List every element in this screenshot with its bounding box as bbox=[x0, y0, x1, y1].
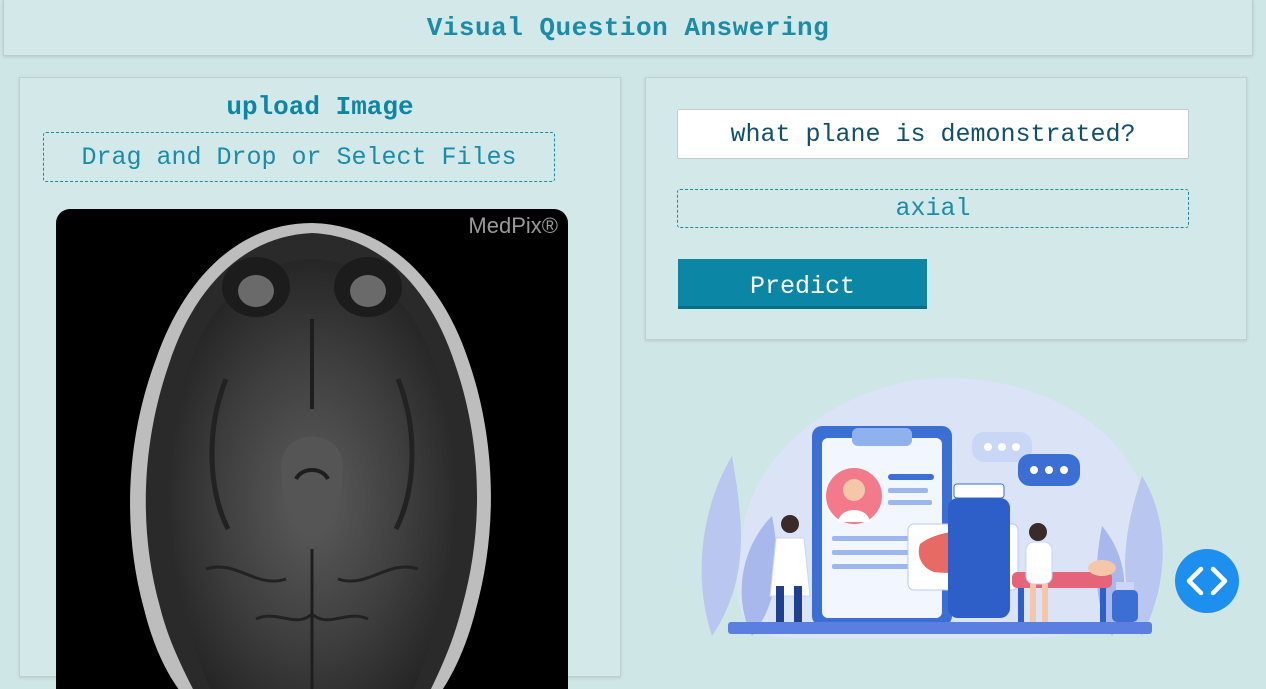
upload-panel: upload Image Drag and Drop or Select Fil… bbox=[19, 77, 621, 689]
code-brackets-icon bbox=[1186, 566, 1228, 596]
medical-illustration bbox=[701, 377, 1163, 638]
question-panel: axial Predict bbox=[645, 77, 1247, 340]
file-dropzone[interactable]: Drag and Drop or Select Files bbox=[43, 132, 555, 182]
predict-button[interactable]: Predict bbox=[678, 259, 927, 309]
image-preview: MedPix® bbox=[56, 209, 568, 689]
upload-title: upload Image bbox=[226, 92, 414, 122]
brain-mri-image bbox=[130, 223, 491, 689]
medpix-watermark: MedPix® bbox=[468, 213, 558, 238]
question-input[interactable] bbox=[677, 109, 1189, 159]
answer-output: axial bbox=[677, 189, 1189, 228]
app-header: Visual Question Answering bbox=[3, 0, 1253, 56]
code-toggle-button[interactable] bbox=[1175, 549, 1239, 613]
page-title: Visual Question Answering bbox=[426, 12, 830, 43]
